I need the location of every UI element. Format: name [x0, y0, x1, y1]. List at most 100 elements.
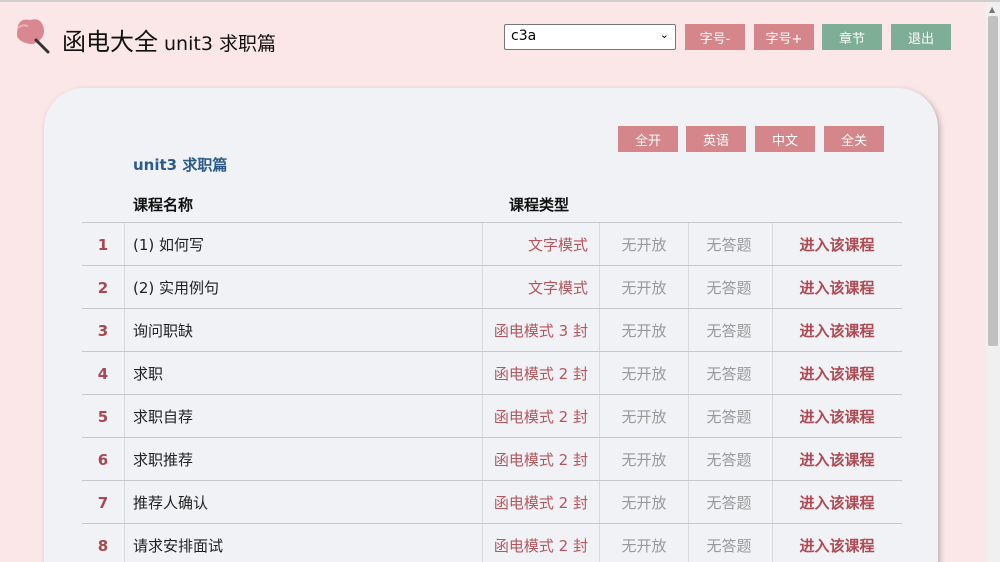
chapters-button[interactable]: 章节 [822, 24, 882, 50]
app-title: 函电大全 [62, 28, 158, 56]
course-name: (2) 实用例句 [133, 279, 220, 297]
row-number: 4 [97, 364, 109, 383]
row-number: 1 [97, 235, 109, 254]
course-type: 函电模式 2 封 [493, 537, 588, 555]
enter-course-link[interactable]: 进入该课程 [772, 524, 902, 562]
column-divider [688, 223, 689, 266]
column-divider [599, 438, 600, 481]
column-divider [124, 352, 125, 395]
open-status: 无开放 [621, 236, 667, 254]
course-name: 询问职缺 [133, 322, 194, 340]
enter-course-link[interactable]: 进入该课程 [772, 481, 902, 524]
row-number: 5 [97, 407, 109, 426]
enter-course-link[interactable]: 进入该课程 [772, 438, 902, 481]
column-divider [688, 481, 689, 524]
course-type: 文字模式 [527, 236, 588, 254]
course-type: 函电模式 2 封 [493, 408, 588, 426]
course-type: 函电模式 3 封 [493, 322, 588, 340]
column-divider [124, 395, 125, 438]
course-name: 推荐人确认 [133, 494, 209, 512]
logout-button[interactable]: 退出 [891, 24, 951, 50]
page-title: 函电大全 unit3 求职篇 [62, 22, 276, 57]
column-divider [599, 223, 600, 266]
column-divider [599, 481, 600, 524]
column-divider [688, 352, 689, 395]
vertical-scrollbar[interactable]: ▲ [986, 2, 1000, 562]
pushpin-logo-icon [16, 19, 50, 54]
column-divider [482, 309, 483, 352]
scroll-up-arrow-icon[interactable]: ▲ [989, 5, 995, 14]
unit-select-value: c3a [511, 28, 537, 44]
table-row: 4 求职 函电模式 2 封 无开放 无答题 进入该课程 [82, 351, 902, 395]
column-divider [772, 395, 773, 438]
column-divider [124, 223, 125, 266]
enter-course-link[interactable]: 进入该课程 [772, 395, 902, 438]
enter-course-link[interactable]: 进入该课程 [772, 266, 902, 309]
unit-heading: unit3 求职篇 [133, 156, 228, 174]
answer-status: 无答题 [706, 365, 752, 383]
column-divider [482, 438, 483, 481]
table-row: 3 询问职缺 函电模式 3 封 无开放 无答题 进入该课程 [82, 308, 902, 352]
course-name: 求职 [133, 365, 164, 383]
column-divider [599, 266, 600, 309]
enter-course-link[interactable]: 进入该课程 [772, 223, 902, 266]
column-divider [124, 481, 125, 524]
english-filter-button[interactable]: 英语 [686, 126, 746, 152]
answer-status: 无答题 [706, 236, 752, 254]
answer-status: 无答题 [706, 279, 752, 297]
course-type: 文字模式 [527, 279, 588, 297]
column-divider [688, 309, 689, 352]
unit-select[interactable]: c3a ⌄ [504, 24, 676, 50]
column-divider [772, 352, 773, 395]
answer-status: 无答题 [706, 451, 752, 469]
column-header-name: 课程名称 [133, 196, 194, 214]
enter-course-link[interactable]: 进入该课程 [772, 352, 902, 395]
column-divider [772, 266, 773, 309]
column-divider [482, 223, 483, 266]
answer-status: 无答题 [706, 537, 752, 555]
scrollbar-thumb[interactable] [988, 16, 998, 346]
course-name: 求职推荐 [133, 451, 194, 469]
table-row: 8 请求安排面试 函电模式 2 封 无开放 无答题 进入该课程 [82, 523, 902, 562]
course-name: 求职自荐 [133, 408, 194, 426]
unit-subtitle: unit3 求职篇 [164, 33, 276, 55]
column-divider [688, 266, 689, 309]
open-status: 无开放 [621, 494, 667, 512]
column-divider [124, 309, 125, 352]
open-status: 无开放 [621, 537, 667, 555]
open-status: 无开放 [621, 408, 667, 426]
font-increase-button[interactable]: 字号+ [754, 24, 814, 50]
column-divider [688, 395, 689, 438]
chinese-filter-button[interactable]: 中文 [755, 126, 815, 152]
row-number: 7 [97, 493, 109, 512]
font-decrease-button[interactable]: 字号- [685, 24, 745, 50]
column-divider [599, 524, 600, 562]
row-number: 6 [97, 450, 109, 469]
column-divider [772, 438, 773, 481]
table-row: 1 (1) 如何写 文字模式 无开放 无答题 进入该课程 [82, 222, 902, 266]
column-divider [599, 352, 600, 395]
course-type: 函电模式 2 封 [493, 494, 588, 512]
course-name: (1) 如何写 [133, 236, 205, 254]
course-type: 函电模式 2 封 [493, 451, 588, 469]
header: 函电大全 unit3 求职篇 c3a ⌄ 字号- 字号+ 章节 退出 [0, 2, 986, 72]
enter-course-link[interactable]: 进入该课程 [772, 309, 902, 352]
column-divider [482, 481, 483, 524]
open-status: 无开放 [621, 451, 667, 469]
open-status: 无开放 [621, 322, 667, 340]
table-row: 5 求职自荐 函电模式 2 封 无开放 无答题 进入该课程 [82, 394, 902, 438]
open-status: 无开放 [621, 365, 667, 383]
column-divider [482, 266, 483, 309]
course-card: 全开 英语 中文 全关 unit3 求职篇 课程名称 课程类型 1 (1) 如何写… [44, 88, 938, 562]
answer-status: 无答题 [706, 408, 752, 426]
answer-status: 无答题 [706, 322, 752, 340]
collapse-all-button[interactable]: 全关 [824, 126, 884, 152]
column-divider [772, 524, 773, 562]
row-number: 2 [97, 278, 109, 297]
column-divider [688, 438, 689, 481]
column-divider [772, 309, 773, 352]
expand-all-button[interactable]: 全开 [618, 126, 678, 152]
course-name: 请求安排面试 [133, 537, 224, 555]
column-header-type: 课程类型 [509, 196, 570, 214]
course-table: 1 (1) 如何写 文字模式 无开放 无答题 进入该课程 2 (2) 实用例句 文字模式 无开放无… [82, 222, 902, 562]
